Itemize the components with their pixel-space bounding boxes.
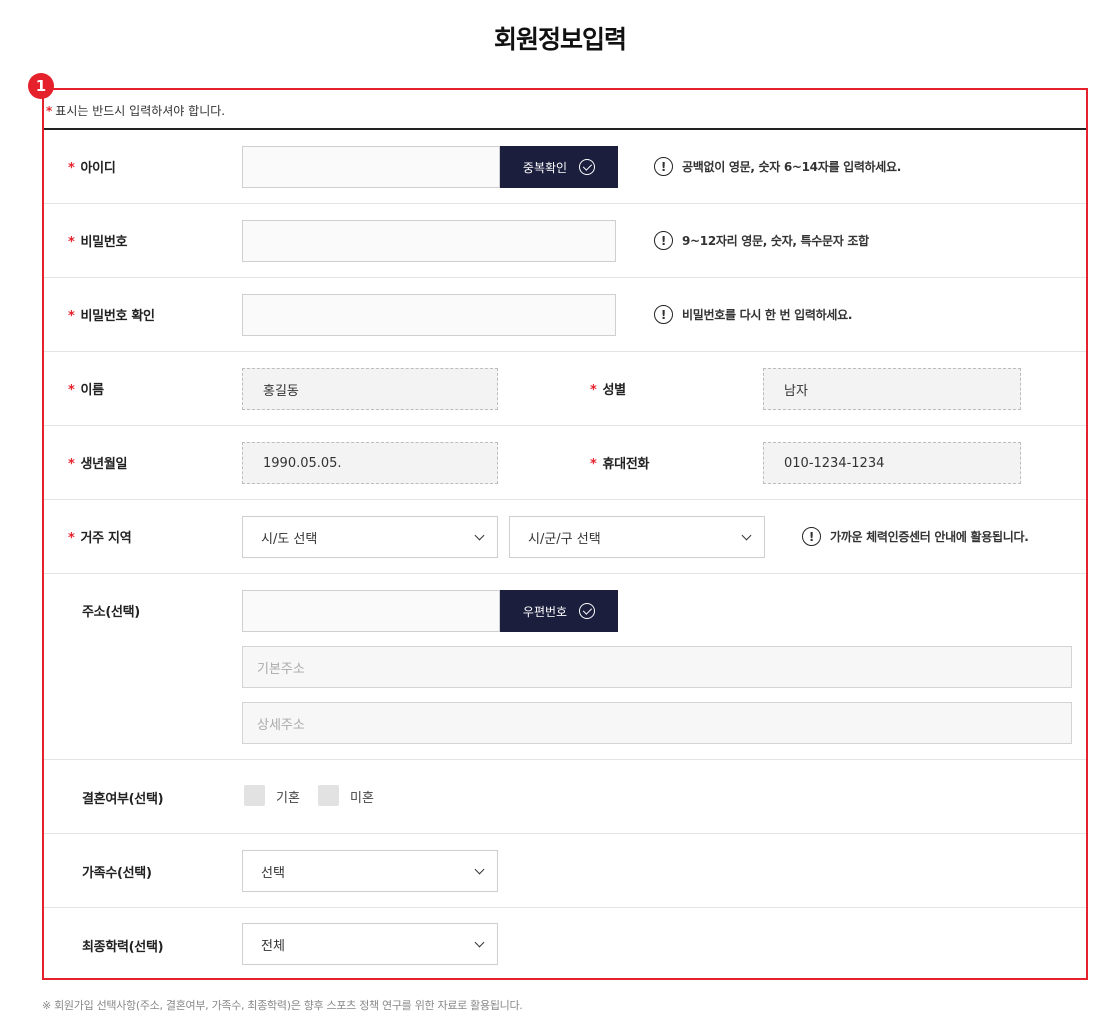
region-label: * 거주 지역 <box>68 531 132 546</box>
user-id-label: * 아이디 <box>68 161 116 176</box>
password-input[interactable] <box>242 220 616 262</box>
member-info-form: * 표시는 반드시 입력하셔야 합니다. * 아이디 중복확인 ! 공백없이 영문, … <box>42 88 1088 980</box>
password-confirm-input[interactable] <box>242 294 616 336</box>
user-id-input[interactable] <box>242 146 500 188</box>
chevron-down-icon <box>474 864 485 875</box>
name-label: * 이름 <box>68 383 104 398</box>
password-label: * 비밀번호 <box>68 235 128 250</box>
base-address-input[interactable]: 기본주소 <box>242 646 1072 688</box>
user-id-hint: ! 공백없이 영문, 숫자 6~14자를 입력하세요. <box>654 157 901 176</box>
required-note: * 표시는 반드시 입력하셔야 합니다. <box>44 90 1086 130</box>
row-name-gender: * 이름 홍길동 * 성별 남자 <box>44 352 1086 426</box>
row-birth-phone: * 생년월일 1990.05.05. * 휴대전화 010-1234-1234 <box>44 426 1086 500</box>
gender-label: * 성별 <box>590 383 626 398</box>
page-title: 회원정보입력 <box>493 25 627 54</box>
password-hint: ! 9~12자리 영문, 숫자, 특수문자 조합 <box>654 231 869 250</box>
required-star: * <box>46 104 53 118</box>
name-field: 홍길동 <box>242 368 498 410</box>
family-select[interactable]: 선택 <box>242 850 498 892</box>
address-label: 주소(선택) <box>82 605 140 620</box>
sigungu-select[interactable]: 시/군/구 선택 <box>509 516 765 558</box>
marital-label: 결혼여부(선택) <box>82 792 164 807</box>
zipcode-input[interactable] <box>242 590 500 632</box>
check-circle-icon <box>579 603 596 619</box>
info-icon: ! <box>654 231 673 250</box>
row-education: 최종학력(선택) 전체 <box>44 908 1086 978</box>
sido-select[interactable]: 시/도 선택 <box>242 516 498 558</box>
row-user-id: * 아이디 중복확인 ! 공백없이 영문, 숫자 6~14자를 입력하세요. <box>44 130 1086 204</box>
family-label: 가족수(선택) <box>82 866 152 881</box>
optional-fields-footnote: ※ 회원가입 선택사항(주소, 결혼여부, 가족수, 최종학력)은 향후 스포츠… <box>42 999 523 1012</box>
single-checkbox[interactable] <box>318 785 339 806</box>
region-hint: ! 가까운 체력인증센터 안내에 활용됩니다. <box>802 527 1029 546</box>
row-password: * 비밀번호 ! 9~12자리 영문, 숫자, 특수문자 조합 <box>44 204 1086 278</box>
row-region: * 거주 지역 시/도 선택 시/군/구 선택 ! 가까운 체력인증센터 안내에 활… <box>44 500 1086 574</box>
row-password-confirm: * 비밀번호 확인 ! 비밀번호를 다시 한 번 입력하세요. <box>44 278 1086 352</box>
chevron-down-icon <box>474 937 485 948</box>
info-icon: ! <box>802 527 821 546</box>
chevron-down-icon <box>474 530 485 541</box>
married-checkbox[interactable] <box>244 785 265 806</box>
step-badge: 1 <box>28 73 54 99</box>
education-select[interactable]: 전체 <box>242 923 498 965</box>
zipcode-search-button[interactable]: 우편번호 <box>500 590 618 632</box>
required-note-text: 표시는 반드시 입력하셔야 합니다. <box>55 104 226 118</box>
single-label: 미혼 <box>350 791 374 806</box>
row-marital: 결혼여부(선택) 기혼 미혼 <box>44 760 1086 834</box>
birthdate-label: * 생년월일 <box>68 457 128 472</box>
duplicate-check-button[interactable]: 중복확인 <box>500 146 618 188</box>
row-address: 주소(선택) 우편번호 기본주소 상세주소 <box>44 574 1086 760</box>
info-icon: ! <box>654 157 673 176</box>
married-label: 기혼 <box>276 791 300 806</box>
chevron-down-icon <box>741 530 752 541</box>
phone-label: * 휴대전화 <box>590 457 650 472</box>
birthdate-field: 1990.05.05. <box>242 442 498 484</box>
info-icon: ! <box>654 305 673 324</box>
gender-field: 남자 <box>763 368 1021 410</box>
phone-field: 010-1234-1234 <box>763 442 1021 484</box>
education-label: 최종학력(선택) <box>82 940 164 955</box>
check-circle-icon <box>579 159 596 175</box>
password-confirm-label: * 비밀번호 확인 <box>68 309 155 324</box>
detail-address-input[interactable]: 상세주소 <box>242 702 1072 744</box>
row-family: 가족수(선택) 선택 <box>44 834 1086 908</box>
password-confirm-hint: ! 비밀번호를 다시 한 번 입력하세요. <box>654 305 852 324</box>
